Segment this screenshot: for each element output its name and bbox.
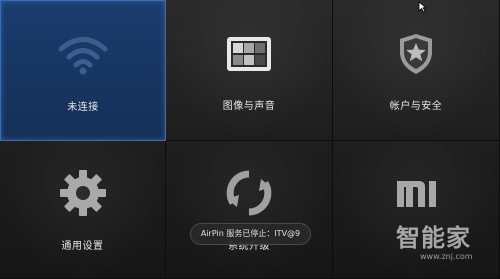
display-icon xyxy=(227,37,271,71)
shield-star-icon xyxy=(400,34,432,74)
mouse-cursor-icon xyxy=(418,1,427,13)
watermark-text: 智能家 xyxy=(396,224,471,252)
sync-icon xyxy=(226,170,272,216)
gear-icon xyxy=(59,170,106,216)
watermark: 智能家 www.znj.com xyxy=(396,224,496,262)
tile-account-security-label: 帐户与安全 xyxy=(389,101,443,112)
watermark-url: www.znj.com xyxy=(420,252,473,261)
tile-account-security[interactable]: 帐户与安全 xyxy=(333,0,500,141)
tile-display-sound[interactable]: 图像与声音 xyxy=(166,0,333,141)
tile-system-upgrade[interactable]: 系统升级 xyxy=(166,141,333,279)
settings-screen: 未连接 图像与声音 帐户与安全 通用设置 系统升级 AirPin 服务已停止：I… xyxy=(0,0,500,279)
tile-general-settings-label: 通用设置 xyxy=(61,241,104,252)
airpin-toast: AirPin 服务已停止：ITV@9 xyxy=(190,223,311,245)
tile-display-sound-label: 图像与声音 xyxy=(222,101,276,112)
tile-network-label: 未连接 xyxy=(67,102,99,113)
wifi-icon xyxy=(58,37,108,75)
tile-network[interactable]: 未连接 xyxy=(0,0,166,141)
mi-logo-icon xyxy=(397,181,436,207)
tile-general-settings[interactable]: 通用设置 xyxy=(0,141,166,279)
